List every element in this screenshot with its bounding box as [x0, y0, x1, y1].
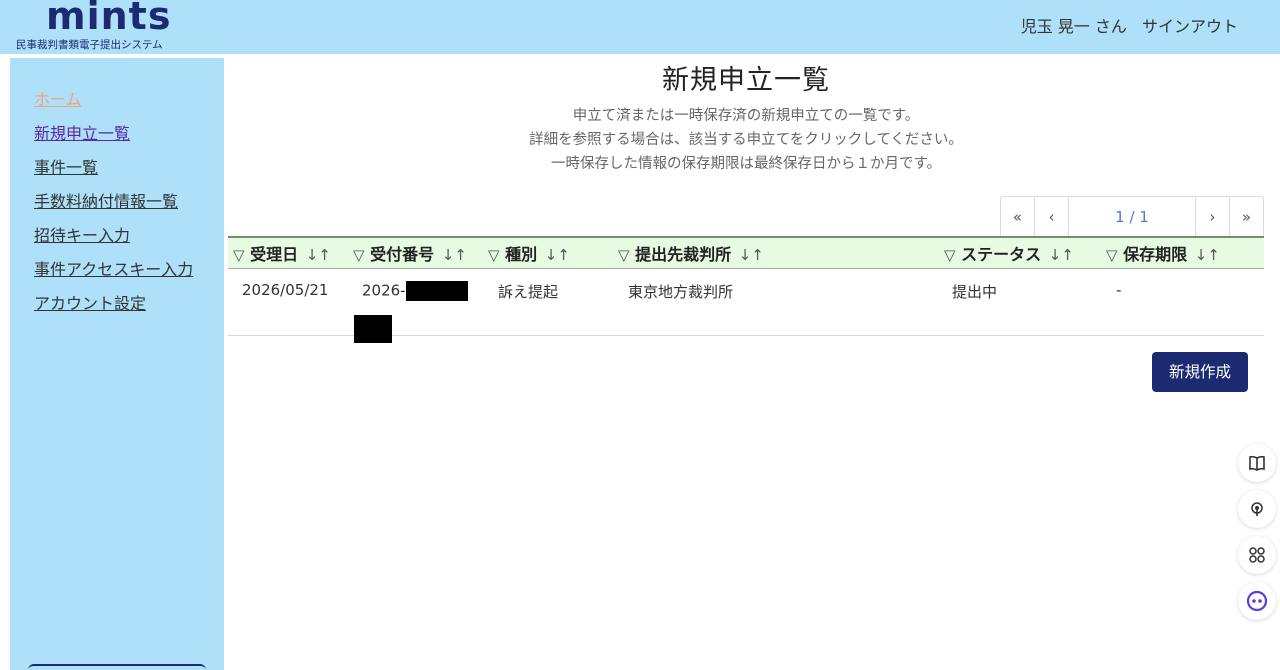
- table-header: ▽ 受理日 ↓↑ ▽ 受付番号 ↓↑ ▽ 種別 ↓↑ ▽ 提出先裁判所 ↓↑ ▽: [228, 236, 1264, 269]
- filter-icon[interactable]: ▽: [233, 246, 245, 264]
- redaction-block: [405, 281, 468, 301]
- column-header-type[interactable]: ▽ 種別 ↓↑: [488, 241, 570, 265]
- sidebar-item-home[interactable]: ホーム: [34, 90, 82, 109]
- column-header-received-date[interactable]: ▽ 受理日 ↓↑: [233, 241, 331, 265]
- create-new-button[interactable]: 新規作成: [1152, 352, 1248, 392]
- sidebar-item-cases[interactable]: 事件一覧: [34, 158, 98, 177]
- cell-expiry: -: [1116, 281, 1122, 299]
- cell-court: 東京地方裁判所: [628, 283, 734, 301]
- pager-next-button[interactable]: ›: [1196, 197, 1230, 237]
- cell-receipt-number: 2026-: [362, 281, 468, 301]
- applications-table: ▽ 受理日 ↓↑ ▽ 受付番号 ↓↑ ▽ 種別 ↓↑ ▽ 提出先裁判所 ↓↑ ▽: [228, 236, 1264, 343]
- pager-current-page: 1 / 1: [1069, 197, 1196, 237]
- signout-link[interactable]: サインアウト: [1142, 17, 1238, 36]
- filter-icon[interactable]: ▽: [618, 246, 630, 264]
- main-content: 新規申立一覧 申立て済または一時保存済の新規申立ての一覧です。 詳細を参照する場…: [228, 54, 1264, 670]
- description-line: 申立て済または一時保存済の新規申立ての一覧です。: [572, 108, 920, 124]
- sort-icon[interactable]: ↓↑: [739, 246, 764, 264]
- user-name: 児玉 晃一 さん: [1020, 17, 1127, 36]
- pagination: « ‹ 1 / 1 › »: [1000, 196, 1264, 238]
- filter-icon[interactable]: ▽: [944, 246, 956, 264]
- column-header-court[interactable]: ▽ 提出先裁判所 ↓↑: [618, 241, 764, 265]
- redaction-block: [354, 315, 392, 343]
- sort-icon[interactable]: ↓↑: [1049, 246, 1074, 264]
- sidebar: ホーム 新規申立一覧 事件一覧 手数料納付情報一覧 招待キー入力 事件アクセスキ…: [10, 58, 224, 670]
- book-icon[interactable]: [1238, 444, 1276, 482]
- broadcast-icon[interactable]: [1238, 490, 1276, 528]
- sort-icon[interactable]: ↓↑: [545, 246, 570, 264]
- table-row[interactable]: 2026/05/21 2026- 訴え提起 東京地方裁判所 提出中 -: [228, 269, 1264, 343]
- sidebar-item-new-applications[interactable]: 新規申立一覧: [34, 124, 130, 143]
- cell-type: 訴え提起: [498, 283, 559, 301]
- header: mints 民事裁判書類電子提出システム 児玉 晃一 さん サインアウト: [0, 0, 1280, 54]
- sidebar-item-account-settings[interactable]: アカウント設定: [34, 294, 146, 313]
- page-description: 申立て済または一時保存済の新規申立ての一覧です。 詳細を参照する場合は、該当する…: [228, 104, 1264, 176]
- sidebar-bottom-edge: [28, 664, 206, 670]
- logo[interactable]: mints: [46, 0, 171, 38]
- column-header-status[interactable]: ▽ ステータス ↓↑: [944, 241, 1074, 265]
- filter-icon[interactable]: ▽: [488, 246, 500, 264]
- cell-received-date: 2026/05/21: [242, 281, 329, 299]
- description-line: 詳細を参照する場合は、該当する申立てをクリックしてください。: [529, 132, 963, 148]
- filter-icon[interactable]: ▽: [1106, 246, 1118, 264]
- sort-icon[interactable]: ↓↑: [306, 246, 331, 264]
- sidebar-item-invitation-key[interactable]: 招待キー入力: [34, 226, 130, 245]
- sort-icon[interactable]: ↓↑: [442, 246, 467, 264]
- user-area: 児玉 晃一 さん サインアウト: [1011, 13, 1238, 37]
- grid-icon[interactable]: [1238, 536, 1276, 574]
- sidebar-item-case-access-key[interactable]: 事件アクセスキー入力: [34, 260, 193, 279]
- floating-toolbar: [1234, 444, 1280, 628]
- pager-first-button[interactable]: «: [1001, 197, 1035, 237]
- page-title: 新規申立一覧: [662, 65, 830, 96]
- cell-status: 提出中: [952, 283, 998, 301]
- pager-last-button[interactable]: »: [1230, 197, 1263, 237]
- logo-subtitle: 民事裁判書類電子提出システム: [16, 39, 163, 51]
- sort-icon[interactable]: ↓↑: [1195, 246, 1220, 264]
- description-line: 一時保存した情報の保存期限は最終保存日から１か月です。: [550, 156, 942, 172]
- face-icon[interactable]: [1238, 582, 1276, 620]
- column-header-receipt-number[interactable]: ▽ 受付番号 ↓↑: [353, 241, 467, 265]
- sidebar-item-fee-payments[interactable]: 手数料納付情報一覧: [34, 192, 178, 211]
- filter-icon[interactable]: ▽: [353, 246, 365, 264]
- pager-prev-button[interactable]: ‹: [1035, 197, 1069, 237]
- column-header-expiry[interactable]: ▽ 保存期限 ↓↑: [1106, 241, 1220, 265]
